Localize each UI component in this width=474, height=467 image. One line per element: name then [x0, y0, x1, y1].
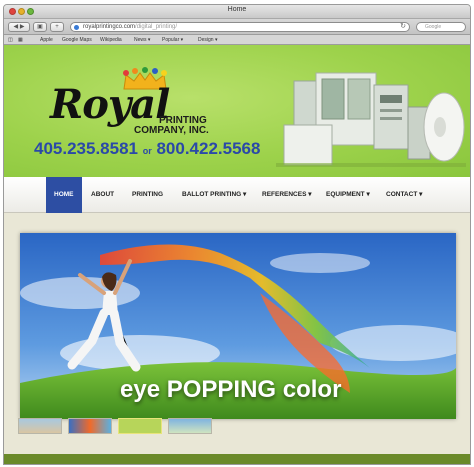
window-title: Home: [227, 6, 247, 13]
back-forward-buttons[interactable]: ◀ ▶: [8, 22, 30, 32]
browser-toolbar: ◀ ▶ ▣ + royalprintingco.com/digital_prin…: [4, 19, 470, 35]
address-bar[interactable]: royalprintingco.com/digital_printing/ ↻: [70, 22, 410, 32]
back-icon[interactable]: ◀: [14, 24, 19, 30]
logo-wordmark: Royal: [50, 81, 170, 128]
nav-equipment[interactable]: EQUIPMENT ▾: [326, 177, 370, 213]
main-content: eye POPPING color: [4, 213, 470, 464]
main-nav: HOME ABOUT PRINTING BALLOT PRINTING ▾ RE…: [4, 177, 470, 213]
url-text: royalprintingco.com/digital_printing/: [83, 24, 177, 30]
slide-thumbnail[interactable]: [168, 418, 212, 434]
footer-strip: [4, 454, 470, 464]
bookmark-google-maps[interactable]: Google Maps: [62, 37, 92, 43]
nav-printing[interactable]: PRINTING: [132, 177, 163, 213]
bookmark-design[interactable]: Design ▾: [198, 37, 217, 43]
slide-thumbnail[interactable]: [68, 418, 112, 434]
phone-or: or: [142, 146, 152, 156]
nav-ballot-printing[interactable]: BALLOT PRINTING ▾: [182, 177, 246, 213]
nav-references[interactable]: REFERENCES ▾: [262, 177, 312, 213]
slide-thumbnail[interactable]: [118, 418, 162, 434]
slide-thumbnail[interactable]: [18, 418, 62, 434]
bookmark-popular[interactable]: Popular ▾: [162, 37, 183, 43]
printing-press-image: [276, 72, 466, 167]
logo-company: COMPANY, INC.: [134, 125, 209, 136]
add-bookmark-button[interactable]: +: [50, 22, 64, 32]
browser-window: Home ◀ ▶ ▣ + royalprintingco.com/digital…: [3, 4, 471, 465]
search-placeholder: Google: [425, 24, 442, 30]
reload-icon[interactable]: ↻: [400, 23, 406, 31]
phone-tollfree: 800.422.5568: [156, 139, 261, 158]
bookmark-wikipedia[interactable]: Wikipedia: [100, 37, 122, 43]
bookmark-news[interactable]: News ▾: [134, 37, 150, 43]
url-path: /digital_printing/: [135, 24, 178, 30]
share-button[interactable]: ▣: [33, 22, 47, 32]
url-domain: royalprintingco.com: [83, 24, 136, 30]
top-sites-icon[interactable]: ▦: [18, 37, 23, 43]
nav-home[interactable]: HOME: [46, 177, 82, 213]
phone-numbers: 405.235.8581 or 800.422.5568: [34, 139, 260, 159]
forward-icon[interactable]: ▶: [20, 24, 25, 30]
favicon-icon: [74, 25, 79, 30]
nav-about[interactable]: ABOUT: [91, 177, 114, 213]
reading-list-icon[interactable]: ◫: [8, 37, 13, 43]
share-icon: ▣: [37, 24, 43, 30]
bookmark-apple[interactable]: Apple: [40, 37, 53, 43]
banner-caption: eye POPPING color: [120, 376, 342, 403]
hero-banner[interactable]: eye POPPING color: [20, 233, 456, 419]
bookmarks-bar: ◫ ▦ Apple Google Maps Wikipedia News ▾ P…: [4, 35, 470, 45]
phone-local: 405.235.8581: [34, 139, 138, 158]
title-bar: Home: [4, 5, 470, 19]
nav-contact[interactable]: CONTACT ▾: [386, 177, 422, 213]
site-header: Royal PRINTING COMPANY, INC. 405.235.858…: [4, 45, 470, 177]
plus-icon: +: [55, 24, 59, 30]
search-field[interactable]: Google: [416, 22, 466, 32]
